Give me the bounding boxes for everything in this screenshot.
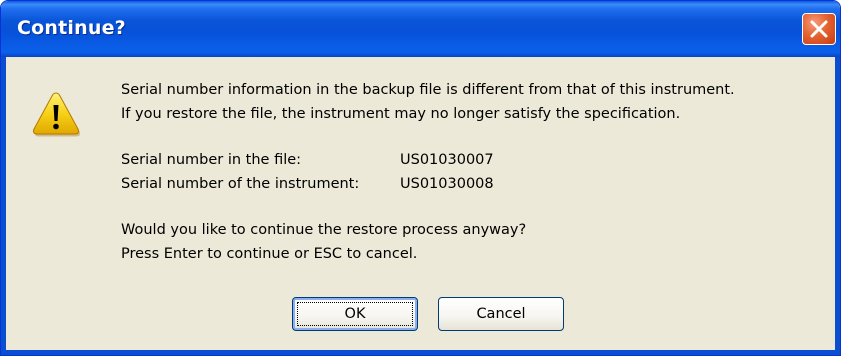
close-button[interactable] <box>802 13 836 45</box>
warning-icon <box>32 92 81 137</box>
ok-button-label: OK <box>344 306 366 322</box>
question-line-1: Would you like to continue the restore p… <box>121 222 527 238</box>
dialog-title: Continue? <box>17 17 126 39</box>
window-frame-left <box>1 57 6 355</box>
cancel-button-label: Cancel <box>476 306 526 322</box>
window-frame-right <box>835 57 840 355</box>
message-line-1: Serial number information in the backup … <box>121 82 735 98</box>
question-line-2: Press Enter to continue or ESC to cancel… <box>121 246 418 262</box>
ok-button[interactable]: OK <box>292 297 418 331</box>
serial-instrument-label: Serial number of the instrument: <box>121 176 360 192</box>
serial-file-label: Serial number in the file: <box>121 152 302 168</box>
message-line-2: If you restore the file, the instrument … <box>121 106 681 122</box>
title-bar[interactable]: Continue? <box>1 1 840 57</box>
serial-instrument-value: US01030008 <box>400 176 494 192</box>
serial-file-value: US01030007 <box>400 152 494 168</box>
window-frame-bottom <box>1 350 840 355</box>
continue-dialog: Continue? Serial number information in t… <box>0 0 841 356</box>
close-icon <box>810 20 828 38</box>
cancel-button[interactable]: Cancel <box>438 297 564 331</box>
